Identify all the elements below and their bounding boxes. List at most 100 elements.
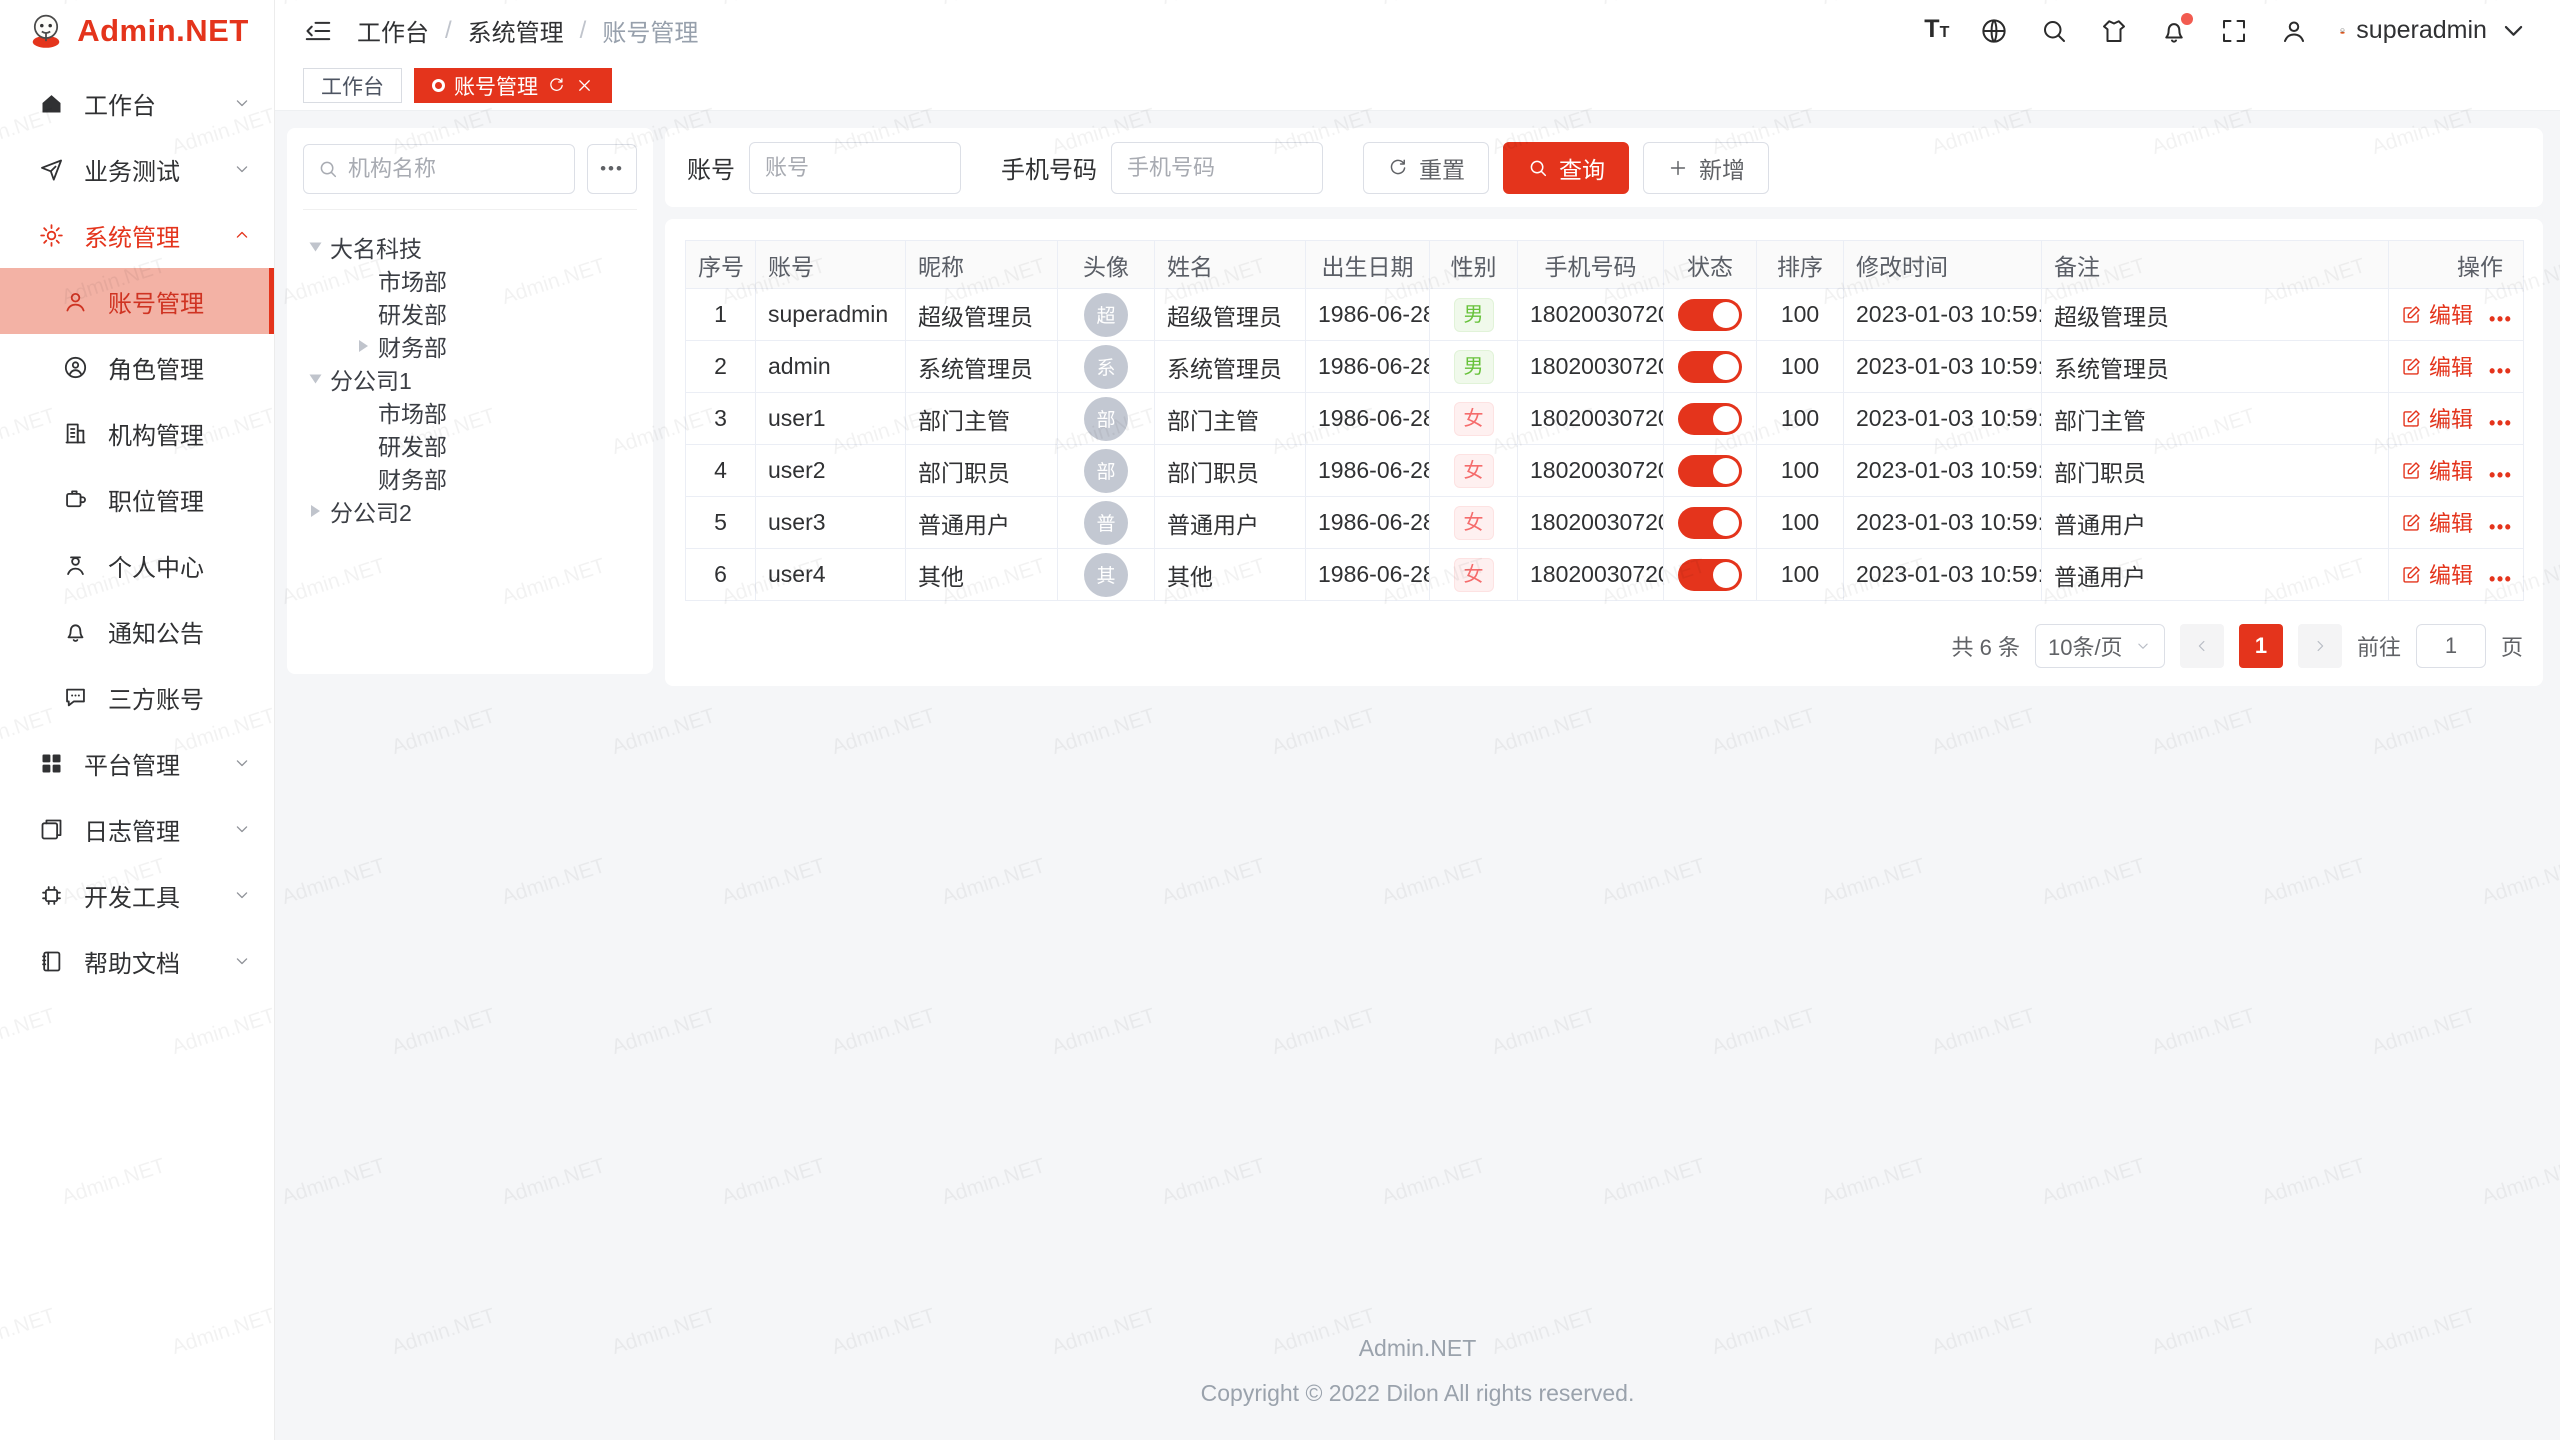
- sidebar-item-dev-tools[interactable]: 开发工具: [0, 862, 274, 928]
- tree-node[interactable]: 研发部: [303, 296, 637, 329]
- gender-badge: 女: [1454, 558, 1494, 592]
- sidebar-item-system-management[interactable]: 系统管理: [0, 202, 274, 268]
- edit-button[interactable]: 编辑: [2401, 350, 2473, 382]
- brand-logo[interactable]: Admin.NET: [0, 0, 274, 62]
- edit-button[interactable]: 编辑: [2401, 402, 2473, 434]
- next-page-button[interactable]: [2298, 624, 2342, 668]
- app-root: Admin.NET 工作台业务测试系统管理账号管理角色管理机构管理职位管理个人中…: [0, 0, 2560, 1440]
- user-menu[interactable]: superadmin: [2339, 11, 2530, 51]
- sidebar-item-business-test[interactable]: 业务测试: [0, 136, 274, 202]
- sidebar-item-help-docs[interactable]: 帮助文档: [0, 928, 274, 994]
- tree-more-button[interactable]: •••: [587, 144, 637, 194]
- tree-node[interactable]: 财务部: [303, 329, 637, 362]
- gender-badge: 男: [1454, 298, 1494, 332]
- query-button[interactable]: 查询: [1503, 142, 1629, 194]
- language-glyph: [1979, 16, 2009, 46]
- tree-caret-icon[interactable]: [310, 374, 322, 383]
- sidebar-item-label: 开发工具: [84, 878, 232, 913]
- edit-icon: [2401, 460, 2422, 481]
- more-actions-button[interactable]: •••: [2489, 569, 2512, 589]
- cell-modified: 2023-01-03 10:59:44: [1844, 445, 2042, 497]
- tab-workbench[interactable]: 工作台: [303, 68, 402, 103]
- cell-account: user3: [756, 497, 906, 549]
- phone-filter-input[interactable]: [1111, 142, 1323, 194]
- tree-node[interactable]: 市场部: [303, 263, 637, 296]
- brand-logo-icon: [25, 10, 67, 52]
- fullscreen-glyph: [2219, 16, 2249, 46]
- add-button[interactable]: 新增: [1643, 142, 1769, 194]
- tree-caret-icon[interactable]: [310, 242, 322, 251]
- more-actions-button[interactable]: •••: [2489, 465, 2512, 485]
- cell-modified: 2023-01-03 10:59:44: [1844, 341, 2042, 393]
- tree-node[interactable]: 分公司2: [303, 494, 637, 527]
- tree-node[interactable]: 市场部: [303, 395, 637, 428]
- reset-button[interactable]: 重置: [1363, 142, 1489, 194]
- sidebar-item-third-party-account[interactable]: 三方账号: [0, 664, 274, 730]
- chip-icon: [38, 882, 65, 909]
- status-toggle[interactable]: [1678, 455, 1742, 487]
- more-actions-button[interactable]: •••: [2489, 361, 2512, 381]
- prev-page-button[interactable]: [2180, 624, 2224, 668]
- sidebar-item-personal-center[interactable]: 个人中心: [0, 532, 274, 598]
- edit-button[interactable]: 编辑: [2401, 506, 2473, 538]
- sidebar-item-account-management[interactable]: 账号管理: [0, 268, 274, 334]
- breadcrumb-item-workbench[interactable]: 工作台: [357, 13, 429, 48]
- theme-icon[interactable]: [2099, 16, 2129, 46]
- sidebar-item-org-management[interactable]: 机构管理: [0, 400, 274, 466]
- tree-node[interactable]: 分公司1: [303, 362, 637, 395]
- sidebar-item-role-management[interactable]: 角色管理: [0, 334, 274, 400]
- status-toggle[interactable]: [1678, 559, 1742, 591]
- edit-button[interactable]: 编辑: [2401, 558, 2473, 590]
- gender-badge: 女: [1454, 402, 1494, 436]
- page-size-select[interactable]: 10条/页: [2035, 624, 2165, 668]
- menu-fold-icon[interactable]: [303, 16, 333, 46]
- table-row: 2admin系统管理员系系统管理员1986-06-28男180200307201…: [686, 341, 2524, 393]
- topbar-icons: TT superadmin: [1924, 11, 2530, 51]
- cell-name: 超级管理员: [1155, 289, 1306, 341]
- tree-node[interactable]: 财务部: [303, 461, 637, 494]
- fullscreen-icon[interactable]: [2219, 16, 2249, 46]
- status-toggle[interactable]: [1678, 403, 1742, 435]
- cell-account: user4: [756, 549, 906, 601]
- breadcrumb-item-system[interactable]: 系统管理: [468, 13, 564, 48]
- more-actions-button[interactable]: •••: [2489, 309, 2512, 329]
- sidebar-item-log-management[interactable]: 日志管理: [0, 796, 274, 862]
- bell-icon: [62, 618, 89, 645]
- status-toggle[interactable]: [1678, 507, 1742, 539]
- cell-phone: 18020030720: [1518, 497, 1664, 549]
- tab-close-icon[interactable]: [575, 76, 594, 95]
- edit-button[interactable]: 编辑: [2401, 298, 2473, 330]
- language-icon[interactable]: [1979, 16, 2009, 46]
- tab-refresh-icon[interactable]: [547, 76, 566, 95]
- user-avatar: [2339, 11, 2346, 51]
- sidebar-item-workbench[interactable]: 工作台: [0, 70, 274, 136]
- status-toggle[interactable]: [1678, 299, 1742, 331]
- search-icon[interactable]: [2039, 16, 2069, 46]
- plus-icon: [1667, 157, 1689, 179]
- cell-avatar: 部: [1058, 445, 1155, 497]
- column-header-modified: 修改时间: [1844, 241, 2042, 289]
- edit-button[interactable]: 编辑: [2401, 454, 2473, 486]
- cell-op: 编辑 •••: [2389, 497, 2524, 549]
- sidebar-item-platform-management[interactable]: 平台管理: [0, 730, 274, 796]
- notification-icon[interactable]: [2159, 16, 2189, 46]
- goto-page-input[interactable]: [2416, 624, 2486, 668]
- account-filter-input[interactable]: [749, 142, 961, 194]
- sidebar-item-position-management[interactable]: 职位管理: [0, 466, 274, 532]
- profile-icon[interactable]: [2279, 16, 2309, 46]
- more-actions-button[interactable]: •••: [2489, 517, 2512, 537]
- more-actions-button[interactable]: •••: [2489, 413, 2512, 433]
- breadcrumb-separator: /: [445, 17, 452, 45]
- cell-op: 编辑 •••: [2389, 549, 2524, 601]
- tab-account-management[interactable]: 账号管理: [414, 68, 612, 103]
- tree-caret-icon[interactable]: [359, 340, 368, 352]
- tree-node[interactable]: 大名科技: [303, 230, 637, 263]
- font-size-icon[interactable]: TT: [1924, 14, 1949, 48]
- page-size-value: 10条/页: [2048, 630, 2123, 662]
- tree-node[interactable]: 研发部: [303, 428, 637, 461]
- sidebar-item-notice-announcement[interactable]: 通知公告: [0, 598, 274, 664]
- current-page-button[interactable]: 1: [2239, 624, 2283, 668]
- status-toggle[interactable]: [1678, 351, 1742, 383]
- tree-caret-icon[interactable]: [311, 505, 320, 517]
- org-search-input[interactable]: [348, 156, 561, 182]
